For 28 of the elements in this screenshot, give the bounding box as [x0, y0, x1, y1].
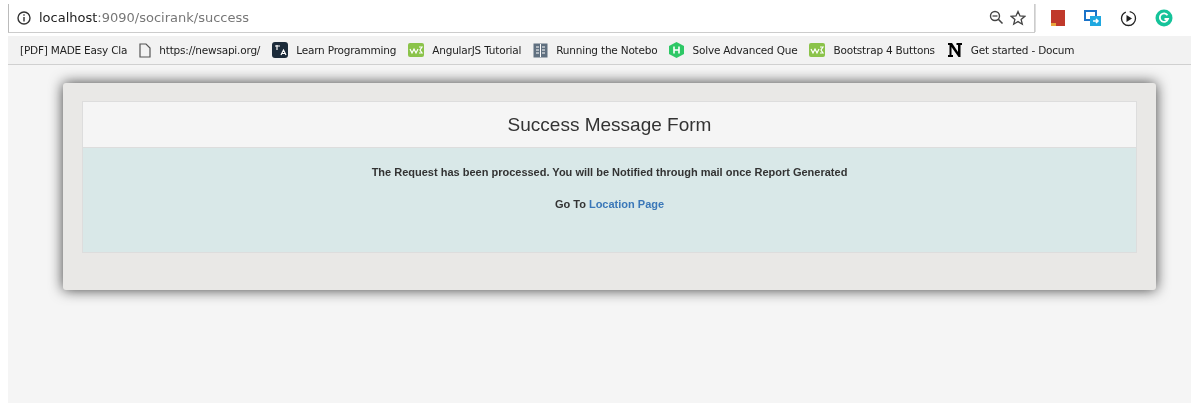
- n-logo-icon: [946, 42, 963, 58]
- hexagon-icon: [669, 42, 685, 58]
- bookmark-item[interactable]: [PDF] MADE Easy Cla: [20, 44, 128, 56]
- bookmark-item[interactable]: Solve Advanced Que: [669, 42, 798, 58]
- zoom-out-icon[interactable]: [989, 10, 1004, 25]
- screen-share-icon[interactable]: [1084, 9, 1102, 27]
- page-icon: [139, 42, 152, 58]
- grid-icon: [533, 42, 549, 58]
- play-icon[interactable]: [1120, 9, 1137, 27]
- bookmark-item[interactable]: Running the Notebo: [533, 42, 658, 58]
- w3-icon: [408, 43, 425, 57]
- location-link[interactable]: Location Page: [588, 198, 665, 210]
- goto-text: Go To: [554, 198, 586, 210]
- bookmark-item[interactable]: Learn Programming: [272, 42, 397, 58]
- bookmark-item[interactable]: Bootstrap 4 Buttons: [809, 43, 935, 57]
- address-bar[interactable]: localhost:9090/socirank/success: [8, 3, 1035, 33]
- url-path: :9090/socirank/success: [97, 10, 249, 25]
- w3-icon: [809, 43, 826, 57]
- bookmark-item[interactable]: AngularJS Tutorial: [408, 43, 522, 57]
- bookmark-item[interactable]: Get started - Docum: [946, 42, 1075, 58]
- star-icon[interactable]: [1010, 9, 1026, 26]
- bookmark-item[interactable]: https://newsapi.org/: [139, 42, 261, 58]
- message-text: The Request has been processed. You will be Notified through mail once Report Generated: [371, 166, 848, 178]
- url-host: localhost: [39, 10, 98, 25]
- book-icon[interactable]: [1050, 9, 1066, 27]
- info-icon[interactable]: [17, 10, 31, 25]
- panel-title: Success Message Form: [507, 113, 712, 136]
- translate-icon: [272, 42, 289, 58]
